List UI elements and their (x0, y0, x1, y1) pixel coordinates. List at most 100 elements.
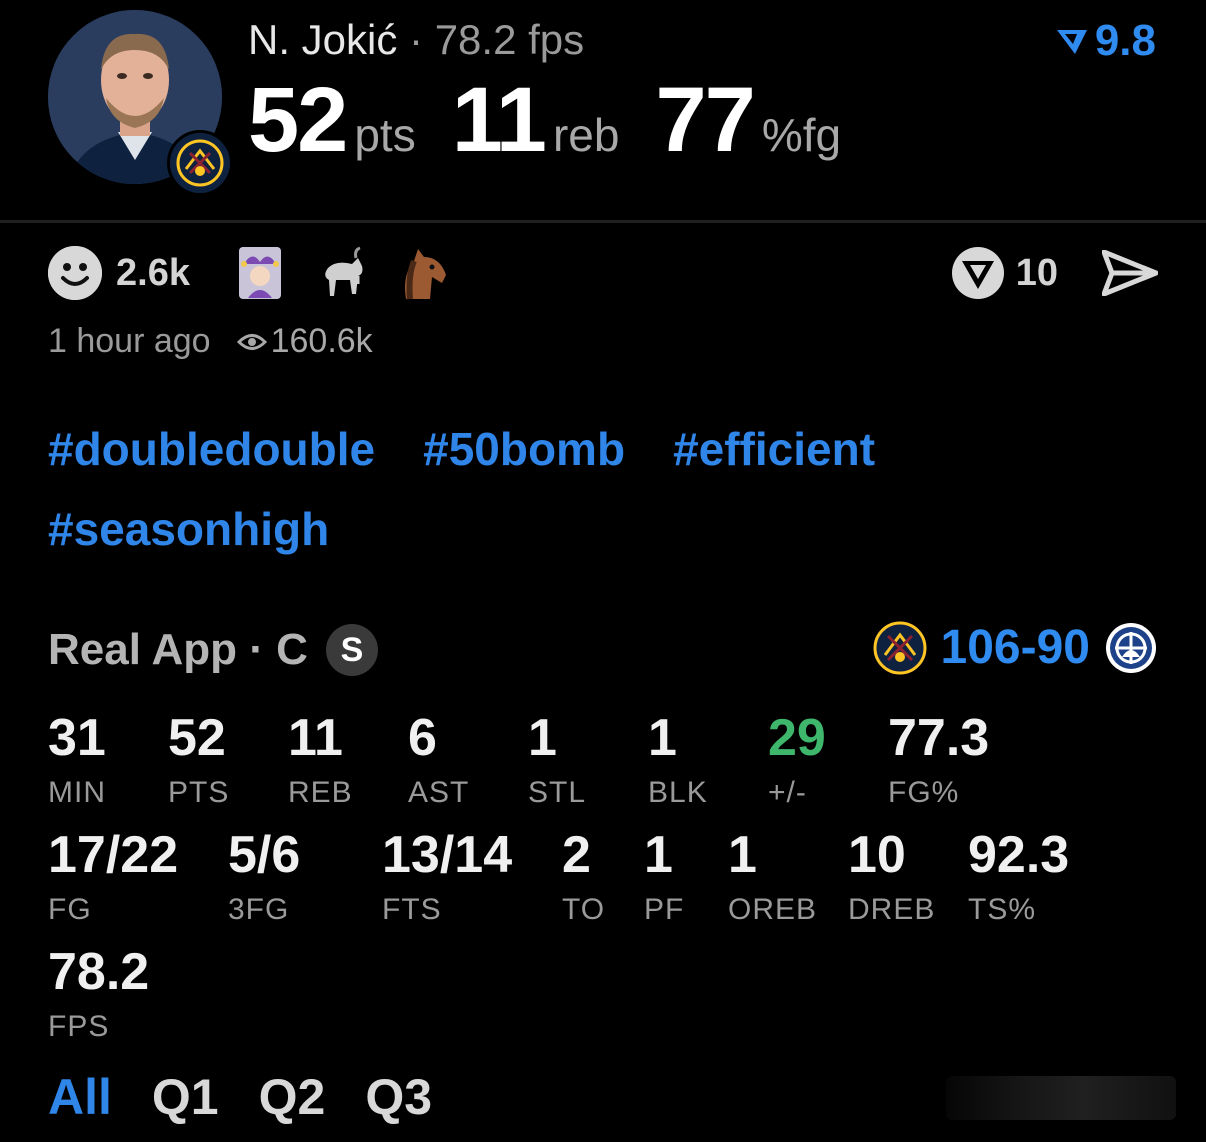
stat-blk: 1 BLK (648, 712, 708, 810)
stat-value: 17/22 (48, 826, 179, 884)
goat-emoji-icon[interactable] (312, 244, 372, 302)
separator: · (409, 16, 424, 63)
stat-label: MIN (48, 776, 106, 809)
stat-value: 29 (768, 709, 826, 767)
hashtag[interactable]: #seasonhigh (48, 502, 329, 556)
stat-label: PTS (168, 776, 230, 809)
stat-min: 31 MIN (48, 712, 106, 810)
view-count-value: 160.6k (270, 322, 373, 360)
stat-ast: 6 AST (408, 712, 469, 810)
headline-rebounds-value: 11 (451, 69, 547, 171)
post-actions: 10 (950, 244, 1158, 302)
stat-value: 78.2 (48, 943, 150, 1001)
tab-q2[interactable]: Q2 (259, 1068, 326, 1126)
headline-rebounds-unit: reb (552, 109, 620, 161)
stat-value: 5/6 (228, 826, 301, 884)
stat-value: 1 (648, 709, 677, 767)
rating-arrow-icon (1056, 30, 1087, 54)
tab-all[interactable]: All (48, 1068, 112, 1126)
hashtag-list: #doubledouble #50bomb #efficient #season… (48, 422, 1158, 556)
stat-value: 77.3 (888, 709, 990, 767)
source-label: Real App · C (48, 625, 308, 674)
post-meta: 1 hour ago 160.6k (48, 322, 373, 361)
stat-fps: 78.2 FPS (48, 946, 149, 1044)
stat-stl: 1 STL (528, 712, 586, 810)
headline-points-unit: pts (354, 109, 416, 161)
view-count: 160.6k (236, 322, 373, 361)
smile-reaction-icon[interactable] (48, 246, 102, 300)
stat-label: BLK (648, 776, 708, 809)
stat-value: 52 (168, 709, 226, 767)
stat-value: 13/14 (382, 826, 513, 884)
player-headline: N. Jokić · 78.2 fps (248, 16, 584, 64)
period-tabs: All Q1 Q2 Q3 (48, 1068, 472, 1126)
stat-label: DREB (848, 893, 936, 926)
hashtag[interactable]: #efficient (673, 422, 875, 476)
stat-label: FG% (888, 776, 960, 809)
stat-reb: 11 REB (288, 712, 353, 810)
stat-label: FG (48, 893, 92, 926)
hashtag[interactable]: #doubledouble (48, 422, 375, 476)
stat-fg-pct: 77.3 FG% (888, 712, 989, 810)
stat-value: 11 (288, 709, 343, 767)
stat-label: OREB (728, 893, 818, 926)
opponent-logo-icon (1104, 621, 1158, 675)
eye-icon (236, 333, 267, 350)
header-divider (0, 220, 1206, 223)
stat-label: AST (408, 776, 470, 809)
source-row: Real App · C S (48, 624, 378, 676)
stat-pf: 1 PF (644, 829, 684, 927)
share-send-icon[interactable] (1102, 250, 1158, 296)
stat-plus-minus: 29 +/- (768, 712, 826, 810)
player-name[interactable]: N. Jokić (248, 16, 397, 63)
time-ago: 1 hour ago (48, 322, 211, 360)
stat-fg: 17/22 FG (48, 829, 178, 927)
stat-value: 92.3 (968, 826, 1070, 884)
fantasy-points: 78.2 fps (434, 16, 585, 63)
nuggets-logo-icon (873, 621, 927, 675)
headline-points-value: 52 (248, 69, 348, 171)
stat-value: 1 (528, 709, 557, 767)
stat-label: STL (528, 776, 587, 809)
tab-q3[interactable]: Q3 (365, 1068, 432, 1126)
stat-label: REB (288, 776, 353, 809)
rating-value: 9.8 (1094, 16, 1156, 65)
headline-fg-value: 77 (655, 69, 755, 171)
stat-to: 2 TO (562, 829, 605, 927)
stat-ts-pct: 92.3 TS% (968, 829, 1069, 927)
stat-label: +/- (768, 776, 807, 809)
hashtag[interactable]: #50bomb (423, 422, 625, 476)
stat-dreb: 10 DREB (848, 829, 935, 927)
headline-stats: 52 pts 11 reb 77 %fg (248, 68, 877, 173)
stat-3fg: 5/6 3FG (228, 829, 300, 927)
stat-value: 2 (562, 826, 591, 884)
vote-count: 10 (1015, 251, 1058, 294)
stat-label: TO (562, 893, 606, 926)
stat-label: FTS (382, 893, 442, 926)
stat-value: 1 (728, 826, 757, 884)
stat-value: 10 (848, 826, 906, 884)
stat-label: TS% (968, 893, 1037, 926)
stat-pts: 52 PTS (168, 712, 229, 810)
stat-label: PF (644, 893, 685, 926)
tab-q1[interactable]: Q1 (152, 1068, 219, 1126)
stat-oreb: 1 OREB (728, 829, 817, 927)
rating-badge[interactable]: 9.8 (1055, 16, 1156, 66)
reactions-bar: 2.6k (48, 244, 476, 302)
stat-fts: 13/14 FTS (382, 829, 512, 927)
stat-value: 6 (408, 709, 437, 767)
stat-value: 31 (48, 709, 106, 767)
blurred-watermark (946, 1076, 1176, 1120)
jester-emoji-icon[interactable] (230, 244, 290, 302)
horse-emoji-icon[interactable] (394, 244, 454, 302)
reaction-count: 2.6k (116, 251, 190, 294)
vote-icon[interactable] (950, 245, 1006, 301)
source-badge[interactable]: S (325, 624, 378, 676)
stat-label: FPS (48, 1010, 110, 1043)
nuggets-logo-icon (167, 130, 233, 196)
stat-value: 1 (644, 826, 673, 884)
score-value: 106-90 (940, 621, 1090, 674)
stat-label: 3FG (228, 893, 290, 926)
game-score[interactable]: 106-90 (873, 620, 1158, 675)
headline-fg-unit: %fg (761, 109, 842, 161)
